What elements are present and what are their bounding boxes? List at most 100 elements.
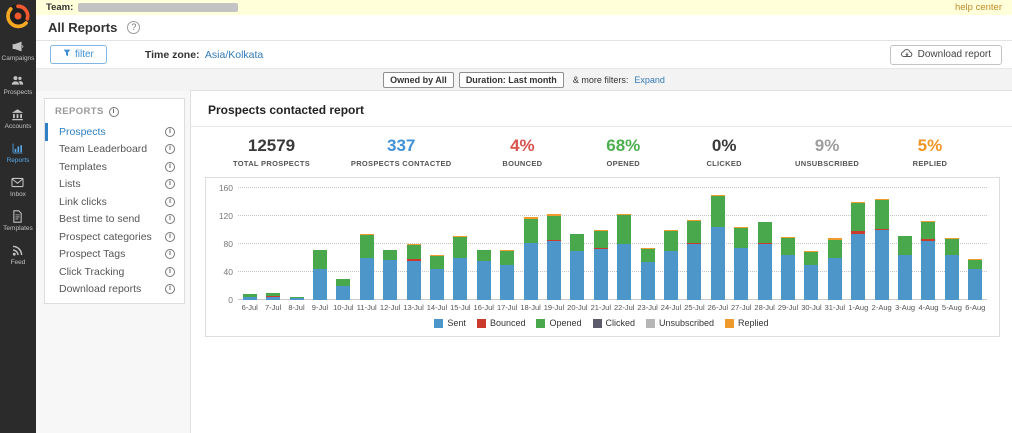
legend-item-sent[interactable]: Sent — [434, 318, 466, 328]
bar-6-Jul[interactable] — [242, 188, 257, 300]
bar-segment-opened — [617, 215, 632, 244]
info-icon[interactable]: i — [165, 249, 175, 260]
sidebar-item-reports[interactable]: Reports — [2, 136, 35, 170]
bar-16-Jul[interactable] — [476, 188, 491, 300]
bar-17-Jul[interactable] — [500, 188, 515, 300]
reports-list-item-click-tracking[interactable]: Click Tracking i — [45, 263, 184, 281]
info-icon[interactable]: i — [165, 284, 175, 295]
bar-10-Jul[interactable] — [336, 188, 351, 300]
reports-list-item-download-reports[interactable]: Download reports i — [45, 281, 184, 299]
bar-28-Jul[interactable] — [757, 188, 772, 300]
bar-31-Jul[interactable] — [827, 188, 842, 300]
filter-chip[interactable]: Duration: Last month — [458, 72, 564, 88]
legend-item-clicked[interactable]: Clicked — [592, 318, 635, 328]
bar-column — [823, 188, 846, 300]
question-circle-icon[interactable]: ? — [127, 21, 141, 34]
reports-list-item-templates[interactable]: Templates i — [45, 158, 184, 176]
reports-list-item-lists[interactable]: Lists i — [45, 176, 184, 194]
info-icon[interactable]: i — [165, 126, 175, 137]
info-icon[interactable]: i — [165, 231, 175, 242]
bar-29-Jul[interactable] — [781, 188, 796, 300]
bar-6-Aug[interactable] — [968, 188, 983, 300]
sidebar-item-campaigns[interactable]: Campaigns — [2, 34, 34, 68]
stat-value: 0% — [711, 136, 737, 155]
x-tick-label: 9-Jul — [311, 303, 329, 312]
bar-12-Jul[interactable] — [383, 188, 398, 300]
bar-21-Jul[interactable] — [593, 188, 608, 300]
stat-label: REPLIED — [912, 159, 948, 168]
sidebar-item-accounts[interactable]: Accounts — [2, 102, 35, 136]
bar-segment-sent — [757, 244, 772, 300]
info-icon[interactable]: i — [165, 196, 175, 207]
info-icon[interactable]: i — [165, 144, 175, 155]
legend-item-bounced[interactable]: Bounced — [476, 318, 525, 328]
app-logo[interactable] — [5, 3, 31, 29]
bar-15-Jul[interactable] — [453, 188, 468, 300]
stat-replied: 5% REPLIED — [900, 136, 960, 168]
bar-9-Jul[interactable] — [312, 188, 327, 300]
filter-button-label: filter — [75, 49, 94, 60]
bar-segment-opened — [710, 196, 725, 228]
bar-7-Jul[interactable] — [266, 188, 281, 300]
bar-segment-opened — [429, 255, 444, 269]
bar-segment-opened — [359, 234, 374, 258]
legend-item-replied[interactable]: Replied — [725, 318, 769, 328]
info-icon[interactable]: i — [165, 179, 175, 190]
bar-30-Jul[interactable] — [804, 188, 819, 300]
bar-segment-sent — [359, 258, 374, 300]
bar-27-Jul[interactable] — [734, 188, 749, 300]
bar-23-Jul[interactable] — [640, 188, 655, 300]
reports-list-item-link-clicks[interactable]: Link clicks i — [45, 193, 184, 211]
y-tick-label: 160 — [218, 183, 233, 193]
sidebar-item-inbox[interactable]: Inbox — [2, 170, 35, 204]
bar-segment-opened — [383, 250, 398, 261]
bar-13-Jul[interactable] — [406, 188, 421, 300]
cloud-download-icon — [900, 48, 913, 61]
bar-column — [730, 188, 753, 300]
reports-list-item-best-time-to-send[interactable]: Best time to send i — [45, 211, 184, 229]
bar-14-Jul[interactable] — [429, 188, 444, 300]
bar-26-Jul[interactable] — [710, 188, 725, 300]
bar-4-Aug[interactable] — [921, 188, 936, 300]
bar-11-Jul[interactable] — [359, 188, 374, 300]
x-tick-label: 16-Jul — [473, 303, 494, 312]
team-bar: Team: help center — [36, 0, 1012, 15]
reports-list-item-prospect-categories[interactable]: Prospect categories i — [45, 228, 184, 246]
bar-19-Jul[interactable] — [546, 188, 561, 300]
legend-item-unsubscribed[interactable]: Unsubscribed — [646, 318, 714, 328]
bar-5-Aug[interactable] — [944, 188, 959, 300]
bar-column — [238, 188, 261, 300]
reports-list-item-prospects[interactable]: Prospects i — [45, 123, 184, 141]
download-report-button[interactable]: Download report — [889, 44, 1002, 65]
bar-24-Jul[interactable] — [664, 188, 679, 300]
reports-list-item-prospect-tags[interactable]: Prospect Tags i — [45, 246, 184, 264]
bar-1-Aug[interactable] — [851, 188, 866, 300]
info-icon[interactable]: i — [165, 214, 175, 225]
info-icon[interactable]: i — [165, 266, 175, 277]
x-tick-label: 15-Jul — [450, 303, 471, 312]
bar-25-Jul[interactable] — [687, 188, 702, 300]
info-icon[interactable]: i — [108, 106, 119, 117]
more-filters-label: & more filters: — [572, 75, 629, 85]
bar-3-Aug[interactable] — [898, 188, 913, 300]
sidebar-item-prospects[interactable]: Prospects — [2, 68, 35, 102]
info-icon[interactable]: i — [165, 161, 175, 172]
reports-list-item-team-leaderboard[interactable]: Team Leaderboard i — [45, 141, 184, 159]
legend-item-opened[interactable]: Opened — [536, 318, 582, 328]
bar-2-Aug[interactable] — [874, 188, 889, 300]
bar-22-Jul[interactable] — [617, 188, 632, 300]
filter-button[interactable]: filter — [50, 45, 107, 64]
bar-segment-sent — [546, 240, 561, 300]
bar-segment-opened — [640, 248, 655, 262]
bar-column — [285, 188, 308, 300]
help-center-link[interactable]: help center — [955, 2, 1002, 13]
filter-chip[interactable]: Owned by All — [383, 72, 454, 88]
expand-filters-link[interactable]: Expand — [634, 75, 665, 85]
bar-18-Jul[interactable] — [523, 188, 538, 300]
bar-20-Jul[interactable] — [570, 188, 585, 300]
bar-8-Jul[interactable] — [289, 188, 304, 300]
sidebar-item-feed[interactable]: Feed — [2, 238, 35, 272]
sidebar-item-templates[interactable]: Templates — [2, 204, 35, 238]
bar-segment-opened — [687, 220, 702, 243]
timezone-link[interactable]: Asia/Kolkata — [205, 49, 263, 61]
